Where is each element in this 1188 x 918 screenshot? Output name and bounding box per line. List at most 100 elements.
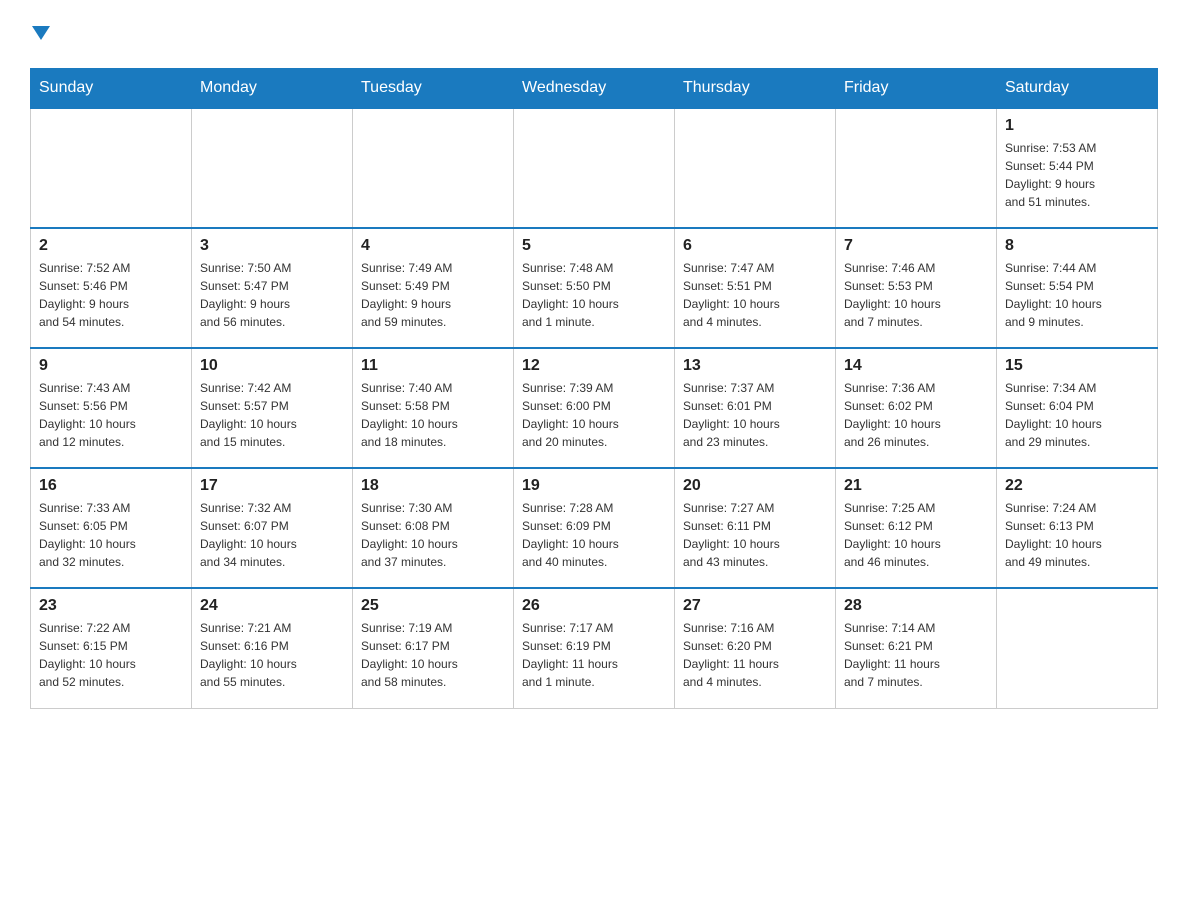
day-number: 27 bbox=[683, 597, 827, 615]
calendar-cell: 18 Sunrise: 7:30 AM Sunset: 6:08 PM Dayli… bbox=[353, 468, 514, 588]
day-info: Sunrise: 7:52 AM Sunset: 5:46 PM Dayligh… bbox=[39, 259, 183, 331]
day-number: 8 bbox=[1005, 237, 1149, 255]
day-number: 15 bbox=[1005, 357, 1149, 375]
calendar-header: SundayMondayTuesdayWednesdayThursdayFrid… bbox=[31, 69, 1158, 109]
day-info: Sunrise: 7:16 AM Sunset: 6:20 PM Dayligh… bbox=[683, 619, 827, 691]
day-number: 6 bbox=[683, 237, 827, 255]
calendar-cell: 15 Sunrise: 7:34 AM Sunset: 6:04 PM Dayli… bbox=[997, 348, 1158, 468]
calendar-cell: 27 Sunrise: 7:16 AM Sunset: 6:20 PM Dayli… bbox=[675, 588, 836, 708]
day-info: Sunrise: 7:44 AM Sunset: 5:54 PM Dayligh… bbox=[1005, 259, 1149, 331]
calendar-cell: 14 Sunrise: 7:36 AM Sunset: 6:02 PM Dayli… bbox=[836, 348, 997, 468]
day-number: 1 bbox=[1005, 117, 1149, 135]
day-info: Sunrise: 7:43 AM Sunset: 5:56 PM Dayligh… bbox=[39, 379, 183, 451]
day-number: 28 bbox=[844, 597, 988, 615]
calendar-cell bbox=[675, 108, 836, 228]
day-info: Sunrise: 7:28 AM Sunset: 6:09 PM Dayligh… bbox=[522, 499, 666, 571]
day-number: 10 bbox=[200, 357, 344, 375]
calendar-cell bbox=[353, 108, 514, 228]
day-info: Sunrise: 7:27 AM Sunset: 6:11 PM Dayligh… bbox=[683, 499, 827, 571]
logo-arrow-icon bbox=[32, 26, 50, 40]
calendar-body: 1 Sunrise: 7:53 AM Sunset: 5:44 PM Daylig… bbox=[31, 108, 1158, 708]
calendar-week-3: 9 Sunrise: 7:43 AM Sunset: 5:56 PM Daylig… bbox=[31, 348, 1158, 468]
calendar-cell: 4 Sunrise: 7:49 AM Sunset: 5:49 PM Daylig… bbox=[353, 228, 514, 348]
day-number: 13 bbox=[683, 357, 827, 375]
day-info: Sunrise: 7:37 AM Sunset: 6:01 PM Dayligh… bbox=[683, 379, 827, 451]
weekday-header-sunday: Sunday bbox=[31, 69, 192, 109]
day-number: 16 bbox=[39, 477, 183, 495]
day-info: Sunrise: 7:39 AM Sunset: 6:00 PM Dayligh… bbox=[522, 379, 666, 451]
day-info: Sunrise: 7:17 AM Sunset: 6:19 PM Dayligh… bbox=[522, 619, 666, 691]
day-info: Sunrise: 7:30 AM Sunset: 6:08 PM Dayligh… bbox=[361, 499, 505, 571]
day-number: 11 bbox=[361, 357, 505, 375]
calendar-cell: 12Sunrise: 7:39 AM Sunset: 6:00 PM Dayli… bbox=[514, 348, 675, 468]
day-number: 4 bbox=[361, 237, 505, 255]
day-number: 20 bbox=[683, 477, 827, 495]
day-number: 3 bbox=[200, 237, 344, 255]
calendar-cell bbox=[31, 108, 192, 228]
calendar-cell: 24 Sunrise: 7:21 AM Sunset: 6:16 PM Dayli… bbox=[192, 588, 353, 708]
calendar-week-2: 2 Sunrise: 7:52 AM Sunset: 5:46 PM Daylig… bbox=[31, 228, 1158, 348]
day-number: 23 bbox=[39, 597, 183, 615]
calendar-cell: 23 Sunrise: 7:22 AM Sunset: 6:15 PM Dayli… bbox=[31, 588, 192, 708]
day-number: 9 bbox=[39, 357, 183, 375]
calendar-cell: 22 Sunrise: 7:24 AM Sunset: 6:13 PM Dayli… bbox=[997, 468, 1158, 588]
day-info: Sunrise: 7:25 AM Sunset: 6:12 PM Dayligh… bbox=[844, 499, 988, 571]
weekday-header-saturday: Saturday bbox=[997, 69, 1158, 109]
calendar-cell: 9 Sunrise: 7:43 AM Sunset: 5:56 PM Daylig… bbox=[31, 348, 192, 468]
day-info: Sunrise: 7:50 AM Sunset: 5:47 PM Dayligh… bbox=[200, 259, 344, 331]
calendar-cell bbox=[514, 108, 675, 228]
calendar-cell: 2 Sunrise: 7:52 AM Sunset: 5:46 PM Daylig… bbox=[31, 228, 192, 348]
day-info: Sunrise: 7:22 AM Sunset: 6:15 PM Dayligh… bbox=[39, 619, 183, 691]
day-number: 19 bbox=[522, 477, 666, 495]
calendar-cell bbox=[997, 588, 1158, 708]
header bbox=[30, 20, 1158, 48]
weekday-header-tuesday: Tuesday bbox=[353, 69, 514, 109]
calendar-cell: 13 Sunrise: 7:37 AM Sunset: 6:01 PM Dayli… bbox=[675, 348, 836, 468]
weekday-header-thursday: Thursday bbox=[675, 69, 836, 109]
day-info: Sunrise: 7:53 AM Sunset: 5:44 PM Dayligh… bbox=[1005, 139, 1149, 211]
calendar-cell: 6 Sunrise: 7:47 AM Sunset: 5:51 PM Daylig… bbox=[675, 228, 836, 348]
day-number: 24 bbox=[200, 597, 344, 615]
calendar-week-4: 16 Sunrise: 7:33 AM Sunset: 6:05 PM Dayli… bbox=[31, 468, 1158, 588]
day-info: Sunrise: 7:48 AM Sunset: 5:50 PM Dayligh… bbox=[522, 259, 666, 331]
day-number: 18 bbox=[361, 477, 505, 495]
weekday-header-row: SundayMondayTuesdayWednesdayThursdayFrid… bbox=[31, 69, 1158, 109]
day-number: 21 bbox=[844, 477, 988, 495]
day-info: Sunrise: 7:24 AM Sunset: 6:13 PM Dayligh… bbox=[1005, 499, 1149, 571]
day-info: Sunrise: 7:33 AM Sunset: 6:05 PM Dayligh… bbox=[39, 499, 183, 571]
calendar-cell: 19 Sunrise: 7:28 AM Sunset: 6:09 PM Dayli… bbox=[514, 468, 675, 588]
calendar-cell: 3 Sunrise: 7:50 AM Sunset: 5:47 PM Daylig… bbox=[192, 228, 353, 348]
calendar-cell: 20 Sunrise: 7:27 AM Sunset: 6:11 PM Dayli… bbox=[675, 468, 836, 588]
day-info: Sunrise: 7:47 AM Sunset: 5:51 PM Dayligh… bbox=[683, 259, 827, 331]
day-info: Sunrise: 7:21 AM Sunset: 6:16 PM Dayligh… bbox=[200, 619, 344, 691]
calendar-cell: 26 Sunrise: 7:17 AM Sunset: 6:19 PM Dayli… bbox=[514, 588, 675, 708]
day-number: 14 bbox=[844, 357, 988, 375]
day-info: Sunrise: 7:32 AM Sunset: 6:07 PM Dayligh… bbox=[200, 499, 344, 571]
calendar-cell: 28 Sunrise: 7:14 AM Sunset: 6:21 PM Dayli… bbox=[836, 588, 997, 708]
day-number: 22 bbox=[1005, 477, 1149, 495]
calendar-cell: 8 Sunrise: 7:44 AM Sunset: 5:54 PM Daylig… bbox=[997, 228, 1158, 348]
day-info: Sunrise: 7:34 AM Sunset: 6:04 PM Dayligh… bbox=[1005, 379, 1149, 451]
day-info: Sunrise: 7:19 AM Sunset: 6:17 PM Dayligh… bbox=[361, 619, 505, 691]
calendar-cell: 21 Sunrise: 7:25 AM Sunset: 6:12 PM Dayli… bbox=[836, 468, 997, 588]
calendar-cell bbox=[836, 108, 997, 228]
weekday-header-wednesday: Wednesday bbox=[514, 69, 675, 109]
day-number: 7 bbox=[844, 237, 988, 255]
day-info: Sunrise: 7:40 AM Sunset: 5:58 PM Dayligh… bbox=[361, 379, 505, 451]
day-info: Sunrise: 7:49 AM Sunset: 5:49 PM Dayligh… bbox=[361, 259, 505, 331]
calendar-week-1: 1 Sunrise: 7:53 AM Sunset: 5:44 PM Daylig… bbox=[31, 108, 1158, 228]
day-number: 26 bbox=[522, 597, 666, 615]
calendar-cell: 7 Sunrise: 7:46 AM Sunset: 5:53 PM Daylig… bbox=[836, 228, 997, 348]
day-info: Sunrise: 7:14 AM Sunset: 6:21 PM Dayligh… bbox=[844, 619, 988, 691]
calendar-cell bbox=[192, 108, 353, 228]
day-number: 2 bbox=[39, 237, 183, 255]
calendar-cell: 16 Sunrise: 7:33 AM Sunset: 6:05 PM Dayli… bbox=[31, 468, 192, 588]
weekday-header-monday: Monday bbox=[192, 69, 353, 109]
day-number: 5 bbox=[522, 237, 666, 255]
day-info: Sunrise: 7:46 AM Sunset: 5:53 PM Dayligh… bbox=[844, 259, 988, 331]
calendar-cell: 1 Sunrise: 7:53 AM Sunset: 5:44 PM Daylig… bbox=[997, 108, 1158, 228]
weekday-header-friday: Friday bbox=[836, 69, 997, 109]
calendar: SundayMondayTuesdayWednesdayThursdayFrid… bbox=[30, 68, 1158, 709]
day-number: 17 bbox=[200, 477, 344, 495]
day-info: Sunrise: 7:36 AM Sunset: 6:02 PM Dayligh… bbox=[844, 379, 988, 451]
